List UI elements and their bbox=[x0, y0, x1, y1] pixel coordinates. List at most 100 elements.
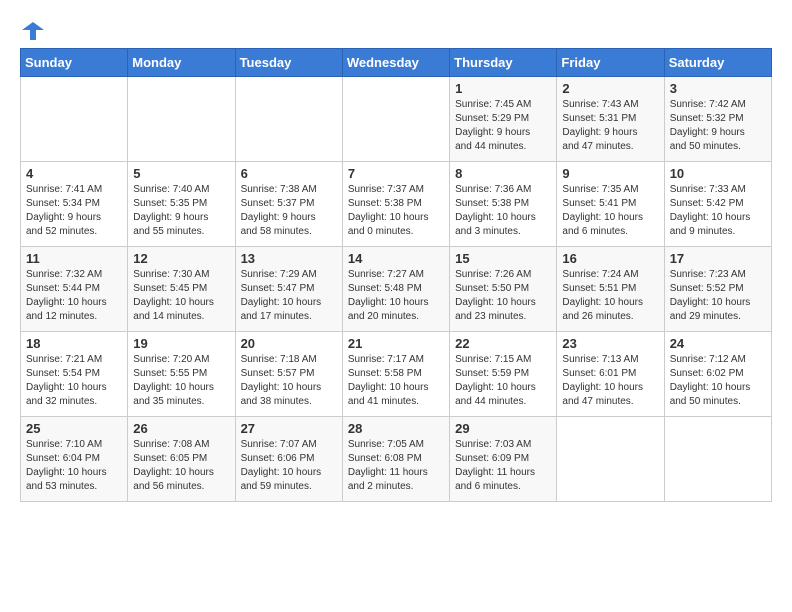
calendar-cell: 13Sunrise: 7:29 AM Sunset: 5:47 PM Dayli… bbox=[235, 247, 342, 332]
calendar-cell: 24 Sunrise: 7:12 AM Sunset: 6:02 PM Dayli… bbox=[664, 332, 771, 417]
day-info: Sunrise: 7:37 AM Sunset: 5:38 PM Dayligh… bbox=[348, 183, 444, 239]
day-info: Sunrise: 7:27 AM Sunset: 5:48 PM Dayligh… bbox=[348, 268, 444, 324]
calendar-cell: 7 Sunrise: 7:37 AM Sunset: 5:38 PM Daylig… bbox=[342, 162, 449, 247]
day-info: Sunrise: 7:08 AM Sunset: 6:05 PM Dayligh… bbox=[133, 438, 229, 494]
calendar-cell: 8 Sunrise: 7:36 AM Sunset: 5:38 PM Daylig… bbox=[450, 162, 557, 247]
calendar-header-row: SundayMondayTuesdayWednesdayThursdayFrid… bbox=[21, 49, 772, 77]
calendar-cell: 5 Sunrise: 7:40 AM Sunset: 5:35 PM Daylig… bbox=[128, 162, 235, 247]
calendar-cell: 28Sunrise: 7:05 AM Sunset: 6:08 PM Dayli… bbox=[342, 417, 449, 502]
day-info: Sunrise: 7:33 AM Sunset: 5:42 PM Dayligh… bbox=[670, 183, 766, 239]
day-info: Sunrise: 7:03 AM Sunset: 6:09 PM Dayligh… bbox=[455, 438, 551, 494]
calendar-cell: 14 Sunrise: 7:27 AM Sunset: 5:48 PM Dayli… bbox=[342, 247, 449, 332]
day-info: Sunrise: 7:18 AM Sunset: 5:57 PM Dayligh… bbox=[241, 353, 337, 409]
day-number: 4 bbox=[26, 166, 122, 181]
calendar-cell: 21 Sunrise: 7:17 AM Sunset: 5:58 PM Dayli… bbox=[342, 332, 449, 417]
day-info: Sunrise: 7:20 AM Sunset: 5:55 PM Dayligh… bbox=[133, 353, 229, 409]
calendar-cell bbox=[128, 77, 235, 162]
day-info: Sunrise: 7:43 AM Sunset: 5:31 PM Dayligh… bbox=[562, 98, 658, 154]
calendar-cell: 11 Sunrise: 7:32 AM Sunset: 5:44 PM Dayli… bbox=[21, 247, 128, 332]
day-info: Sunrise: 7:41 AM Sunset: 5:34 PM Dayligh… bbox=[26, 183, 122, 239]
day-number: 11 bbox=[26, 251, 122, 266]
day-number: 1 bbox=[455, 81, 551, 96]
calendar-cell: 19 Sunrise: 7:20 AM Sunset: 5:55 PM Dayli… bbox=[128, 332, 235, 417]
weekday-header-sunday: Sunday bbox=[21, 49, 128, 77]
day-number: 2 bbox=[562, 81, 658, 96]
day-number: 9 bbox=[562, 166, 658, 181]
day-number: 24 bbox=[670, 336, 766, 351]
calendar-cell bbox=[342, 77, 449, 162]
calendar-cell: 3Sunrise: 7:42 AM Sunset: 5:32 PM Daylig… bbox=[664, 77, 771, 162]
weekday-header-thursday: Thursday bbox=[450, 49, 557, 77]
day-number: 18 bbox=[26, 336, 122, 351]
day-info: Sunrise: 7:13 AM Sunset: 6:01 PM Dayligh… bbox=[562, 353, 658, 409]
day-info: Sunrise: 7:21 AM Sunset: 5:54 PM Dayligh… bbox=[26, 353, 122, 409]
day-number: 6 bbox=[241, 166, 337, 181]
weekday-header-wednesday: Wednesday bbox=[342, 49, 449, 77]
day-info: Sunrise: 7:17 AM Sunset: 5:58 PM Dayligh… bbox=[348, 353, 444, 409]
day-number: 26 bbox=[133, 421, 229, 436]
day-number: 21 bbox=[348, 336, 444, 351]
calendar-cell: 29 Sunrise: 7:03 AM Sunset: 6:09 PM Dayli… bbox=[450, 417, 557, 502]
calendar-cell: 17 Sunrise: 7:23 AM Sunset: 5:52 PM Dayli… bbox=[664, 247, 771, 332]
day-number: 27 bbox=[241, 421, 337, 436]
calendar-cell: 22 Sunrise: 7:15 AM Sunset: 5:59 PM Dayli… bbox=[450, 332, 557, 417]
day-number: 22 bbox=[455, 336, 551, 351]
day-info: Sunrise: 7:40 AM Sunset: 5:35 PM Dayligh… bbox=[133, 183, 229, 239]
calendar-week-row: 25Sunrise: 7:10 AM Sunset: 6:04 PM Dayli… bbox=[21, 417, 772, 502]
calendar-cell: 12Sunrise: 7:30 AM Sunset: 5:45 PM Dayli… bbox=[128, 247, 235, 332]
day-number: 7 bbox=[348, 166, 444, 181]
day-number: 12 bbox=[133, 251, 229, 266]
day-number: 14 bbox=[348, 251, 444, 266]
day-info: Sunrise: 7:36 AM Sunset: 5:38 PM Dayligh… bbox=[455, 183, 551, 239]
logo bbox=[20, 20, 46, 38]
day-info: Sunrise: 7:15 AM Sunset: 5:59 PM Dayligh… bbox=[455, 353, 551, 409]
calendar-cell: 16Sunrise: 7:24 AM Sunset: 5:51 PM Dayli… bbox=[557, 247, 664, 332]
day-number: 17 bbox=[670, 251, 766, 266]
calendar-cell: 10 Sunrise: 7:33 AM Sunset: 5:42 PM Dayli… bbox=[664, 162, 771, 247]
day-info: Sunrise: 7:32 AM Sunset: 5:44 PM Dayligh… bbox=[26, 268, 122, 324]
day-number: 8 bbox=[455, 166, 551, 181]
weekday-header-monday: Monday bbox=[128, 49, 235, 77]
day-info: Sunrise: 7:24 AM Sunset: 5:51 PM Dayligh… bbox=[562, 268, 658, 324]
day-number: 5 bbox=[133, 166, 229, 181]
calendar-cell: 23 Sunrise: 7:13 AM Sunset: 6:01 PM Dayli… bbox=[557, 332, 664, 417]
calendar-cell: 27 Sunrise: 7:07 AM Sunset: 6:06 PM Dayli… bbox=[235, 417, 342, 502]
day-number: 10 bbox=[670, 166, 766, 181]
day-info: Sunrise: 7:35 AM Sunset: 5:41 PM Dayligh… bbox=[562, 183, 658, 239]
calendar-cell: 6 Sunrise: 7:38 AM Sunset: 5:37 PM Daylig… bbox=[235, 162, 342, 247]
calendar-table: SundayMondayTuesdayWednesdayThursdayFrid… bbox=[20, 48, 772, 502]
day-number: 29 bbox=[455, 421, 551, 436]
calendar-cell: 9 Sunrise: 7:35 AM Sunset: 5:41 PM Daylig… bbox=[557, 162, 664, 247]
calendar-week-row: 4 Sunrise: 7:41 AM Sunset: 5:34 PM Daylig… bbox=[21, 162, 772, 247]
calendar-cell: 20 Sunrise: 7:18 AM Sunset: 5:57 PM Dayli… bbox=[235, 332, 342, 417]
day-number: 23 bbox=[562, 336, 658, 351]
calendar-cell: 15 Sunrise: 7:26 AM Sunset: 5:50 PM Dayli… bbox=[450, 247, 557, 332]
calendar-week-row: 1Sunrise: 7:45 AM Sunset: 5:29 PM Daylig… bbox=[21, 77, 772, 162]
day-number: 19 bbox=[133, 336, 229, 351]
day-info: Sunrise: 7:12 AM Sunset: 6:02 PM Dayligh… bbox=[670, 353, 766, 409]
calendar-cell: 26 Sunrise: 7:08 AM Sunset: 6:05 PM Dayli… bbox=[128, 417, 235, 502]
calendar-week-row: 18 Sunrise: 7:21 AM Sunset: 5:54 PM Dayli… bbox=[21, 332, 772, 417]
weekday-header-tuesday: Tuesday bbox=[235, 49, 342, 77]
calendar-week-row: 11 Sunrise: 7:32 AM Sunset: 5:44 PM Dayli… bbox=[21, 247, 772, 332]
day-info: Sunrise: 7:23 AM Sunset: 5:52 PM Dayligh… bbox=[670, 268, 766, 324]
day-info: Sunrise: 7:38 AM Sunset: 5:37 PM Dayligh… bbox=[241, 183, 337, 239]
calendar-cell: 2 Sunrise: 7:43 AM Sunset: 5:31 PM Daylig… bbox=[557, 77, 664, 162]
logo-bird-icon bbox=[22, 20, 44, 42]
day-info: Sunrise: 7:29 AM Sunset: 5:47 PM Dayligh… bbox=[241, 268, 337, 324]
page-header bbox=[20, 20, 772, 38]
day-number: 15 bbox=[455, 251, 551, 266]
weekday-header-friday: Friday bbox=[557, 49, 664, 77]
calendar-cell bbox=[21, 77, 128, 162]
calendar-cell: 4 Sunrise: 7:41 AM Sunset: 5:34 PM Daylig… bbox=[21, 162, 128, 247]
day-number: 20 bbox=[241, 336, 337, 351]
day-info: Sunrise: 7:05 AM Sunset: 6:08 PM Dayligh… bbox=[348, 438, 444, 494]
calendar-cell bbox=[235, 77, 342, 162]
calendar-cell: 1Sunrise: 7:45 AM Sunset: 5:29 PM Daylig… bbox=[450, 77, 557, 162]
day-info: Sunrise: 7:26 AM Sunset: 5:50 PM Dayligh… bbox=[455, 268, 551, 324]
calendar-cell bbox=[664, 417, 771, 502]
day-info: Sunrise: 7:07 AM Sunset: 6:06 PM Dayligh… bbox=[241, 438, 337, 494]
calendar-cell: 18 Sunrise: 7:21 AM Sunset: 5:54 PM Dayli… bbox=[21, 332, 128, 417]
calendar-cell: 25Sunrise: 7:10 AM Sunset: 6:04 PM Dayli… bbox=[21, 417, 128, 502]
day-info: Sunrise: 7:42 AM Sunset: 5:32 PM Dayligh… bbox=[670, 98, 766, 154]
